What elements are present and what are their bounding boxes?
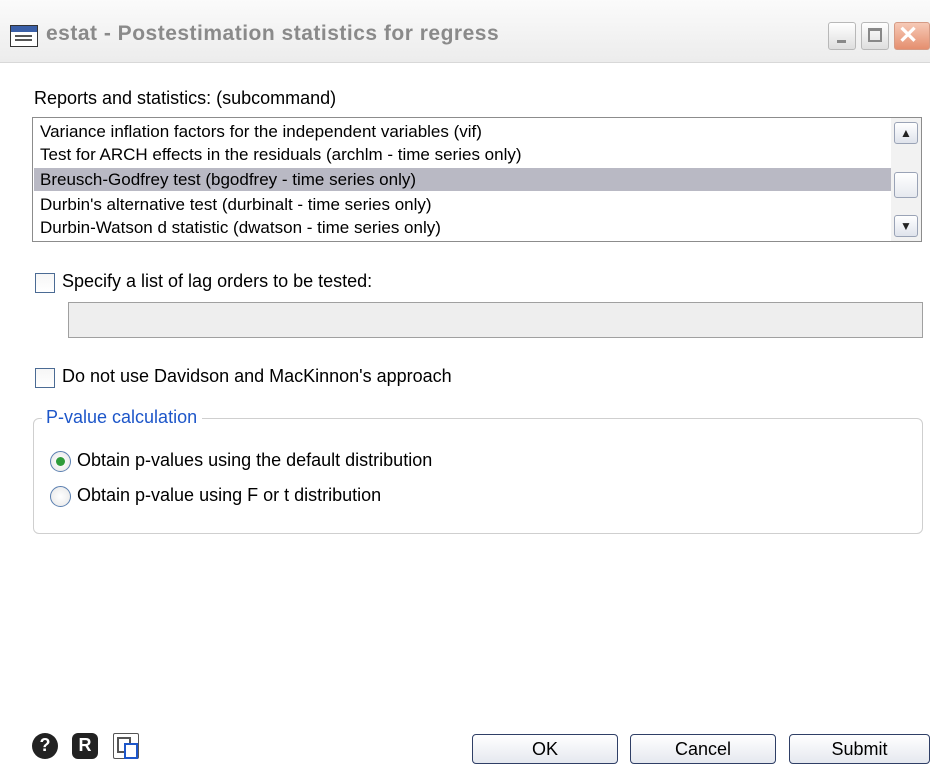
help-icon[interactable]: ? [32,733,58,759]
window-title: estat - Postestimation statistics for re… [46,22,500,45]
radio-selected-dot [56,457,65,466]
maximize-icon [868,28,882,42]
rerun-icon[interactable]: R [72,733,98,759]
close-button[interactable]: ✕ [894,22,930,50]
davidson-checkbox[interactable] [35,368,55,388]
scroll-up-icon[interactable]: ▲ [894,122,918,144]
minimize-icon [837,40,846,43]
window-app-icon [10,25,38,47]
close-icon: ✕ [898,22,919,49]
pvalue-groupbox [33,418,923,534]
cancel-button[interactable]: Cancel [630,734,776,764]
lag-orders-checkbox[interactable] [35,273,55,293]
list-item-archlm[interactable]: Test for ARCH effects in the residuals (… [34,143,892,166]
list-item-bgodfrey[interactable]: Breusch-Godfrey test (bgodfrey - time se… [34,168,892,191]
reports-listbox[interactable]: Variance inflation factors for the indep… [32,117,922,242]
radio-default-distribution[interactable] [50,451,71,472]
maximize-button[interactable] [861,22,889,50]
minimize-button[interactable] [828,22,856,50]
submit-button[interactable]: Submit [789,734,930,764]
davidson-label: Do not use Davidson and MacKinnon's appr… [62,366,452,386]
reports-label: Reports and statistics: (subcommand) [34,88,337,108]
ok-button[interactable]: OK [472,734,618,764]
list-item-vif[interactable]: Variance inflation factors for the indep… [34,120,892,143]
radio-f-t-label: Obtain p-value using F or t distribution [77,485,382,505]
copy-icon[interactable] [113,733,139,759]
pvalue-group-label: P-value calculation [42,407,203,428]
scroll-thumb[interactable] [894,172,918,198]
list-item-dwatson[interactable]: Durbin-Watson d statistic (dwatson - tim… [34,216,892,239]
scroll-down-icon[interactable]: ▼ [894,215,918,237]
list-scrollbar[interactable]: ▲ ▼ [891,118,921,241]
title-bar[interactable]: estat - Postestimation statistics for re… [0,0,930,63]
lag-orders-label: Specify a list of lag orders to be teste… [62,271,373,291]
lag-orders-input[interactable] [68,302,923,338]
list-item-durbinalt[interactable]: Durbin's alternative test (durbinalt - t… [34,193,892,216]
radio-f-t-distribution[interactable] [50,486,71,507]
radio-default-label: Obtain p-values using the default distri… [77,450,433,470]
